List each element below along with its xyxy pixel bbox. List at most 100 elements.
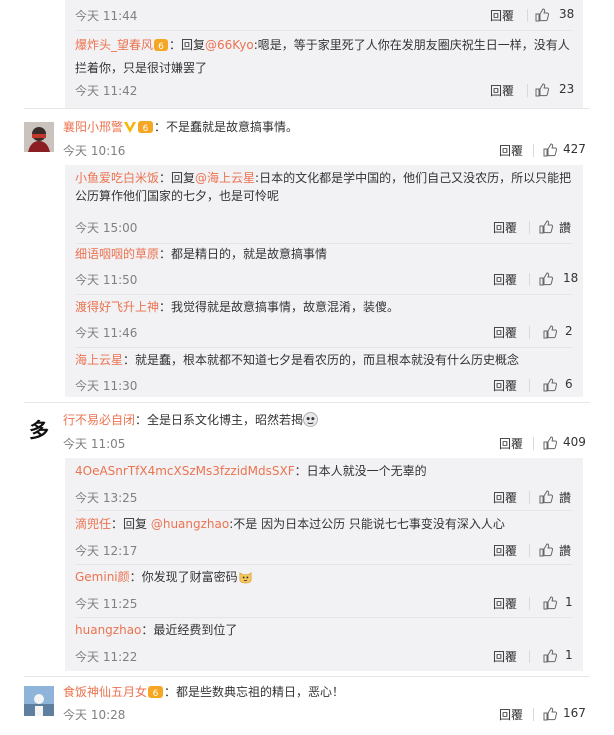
reply-button[interactable]: 回覆 bbox=[499, 142, 523, 159]
reply-item: 小鱼爱吃白米饭：回复@海上云星:日本的文化都是学中国的，他们自己又没农历，所以只… bbox=[75, 169, 573, 239]
reply-text: 4OeASnrTfX4mcXSzMs3fzzidMdsSXF：日本人就没一个无辜… bbox=[75, 462, 573, 480]
reply-username[interactable]: huangzhao bbox=[75, 623, 141, 637]
reply-button[interactable]: 回覆 bbox=[493, 324, 517, 341]
reply-meta: 今天 15:00 回覆 讚 bbox=[75, 219, 573, 237]
mention-link[interactable]: @66Kyo bbox=[205, 38, 254, 52]
divider bbox=[529, 379, 530, 392]
comment-feed: 今天 11:44 回覆 38 爆炸头_望春风 6 ：回复@66Kyo:嗯是，等于家里… bbox=[0, 0, 614, 735]
thumbs-up-icon[interactable] bbox=[543, 707, 557, 721]
comment-content: ：不是蠢就是故意搞事情。 bbox=[154, 120, 299, 134]
svg-text:多: 多 bbox=[29, 418, 49, 442]
reply-username[interactable]: 4OeASnrTfX4mcXSzMs3fzzidMdsSXF bbox=[75, 464, 295, 478]
timestamp: 今天 11:44 bbox=[75, 9, 138, 23]
reply-meta: 今天 12:17 回覆 讚 bbox=[75, 542, 573, 560]
mention-link[interactable]: @huangzhao bbox=[151, 517, 229, 531]
thumbs-up-icon[interactable] bbox=[543, 143, 557, 157]
reply-username[interactable]: 滴兜任 bbox=[75, 517, 111, 531]
reply-username[interactable]: 海上云星 bbox=[75, 353, 123, 367]
reply-item: huangzhao：最近经费到位了 今天 11:22 回覆 1 bbox=[75, 621, 573, 667]
reply-prefix: ：回复 bbox=[169, 38, 206, 52]
reply-username[interactable]: 细语咽咽的草原 bbox=[75, 247, 159, 261]
comment-body: 行不易必自闭：全是日系文化博主，昭然若揭 bbox=[63, 411, 593, 429]
reply-prefix: ：回复 bbox=[159, 171, 196, 185]
reply-item: 海上云星：就是蠢，根本就都不知道七夕是看农历的，而且根本就没有什么历史概念 今天… bbox=[75, 351, 573, 397]
reply-text: 渡得好飞升上神：我觉得就是故意搞事情，故意混淆，装傻。 bbox=[75, 298, 573, 316]
timestamp: 今天 11:46 bbox=[75, 326, 138, 340]
money-cat-emoji-icon bbox=[239, 572, 252, 584]
thumbs-up-icon[interactable] bbox=[543, 596, 557, 610]
timestamp: 今天 12:17 bbox=[75, 544, 138, 558]
comment-meta: 今天 10:28 回覆 167 bbox=[63, 706, 586, 724]
reply-button[interactable]: 回覆 bbox=[493, 542, 517, 559]
reply-meta: 今天 11:44 回覆 38 bbox=[75, 7, 574, 25]
thumbs-up-icon[interactable] bbox=[543, 325, 557, 339]
svg-text:6: 6 bbox=[158, 42, 164, 52]
thumbs-up-icon[interactable] bbox=[539, 490, 553, 504]
comment-body: 襄阳小邢警 6 ：不是蠢就是故意搞事情。 bbox=[63, 118, 593, 136]
divider bbox=[75, 510, 573, 511]
reply-body: ：我觉得就是故意搞事情，故意混淆，装傻。 bbox=[159, 300, 400, 314]
like-count: 167 bbox=[563, 706, 586, 720]
reply-item: 细语咽咽的草原：都是精日的，就是故意搞事情 今天 11:50 回覆 18 bbox=[75, 245, 578, 291]
like-count: 讚 bbox=[559, 491, 572, 505]
thumbs-up-icon[interactable] bbox=[539, 272, 553, 286]
reply-body: ：就是蠢，根本就都不知道七夕是看农历的，而且根本就没有什么历史概念 bbox=[123, 353, 520, 367]
thumbs-up-icon[interactable] bbox=[543, 649, 557, 663]
comment-username[interactable]: 食饭神仙五月女 bbox=[63, 685, 147, 699]
verified-v-icon bbox=[124, 122, 137, 133]
timestamp: 今天 10:28 bbox=[63, 708, 126, 722]
reply-button[interactable]: 回覆 bbox=[490, 7, 514, 24]
divider bbox=[75, 30, 573, 31]
reply-username[interactable]: 小鱼爱吃白米饭 bbox=[75, 171, 159, 185]
thumbs-up-icon[interactable] bbox=[543, 436, 557, 450]
like-count: 1 bbox=[565, 648, 573, 662]
reply-username[interactable]: 渡得好飞升上神 bbox=[75, 300, 159, 314]
reply-button[interactable]: 回覆 bbox=[493, 648, 517, 665]
reply-button[interactable]: 回覆 bbox=[493, 219, 517, 236]
comment-item: 多 行不易必自闭：全是日系文化博主，昭然若揭 今天 11:05 回覆 409 4… bbox=[0, 407, 614, 677]
comment-username[interactable]: 襄阳小邢警 bbox=[63, 120, 123, 134]
reply-button[interactable]: 回覆 bbox=[493, 271, 517, 288]
avatar[interactable]: 多 bbox=[24, 415, 54, 445]
divider bbox=[529, 597, 530, 610]
mention-link[interactable]: @海上云星 bbox=[195, 171, 255, 185]
reply-meta: 今天 11:50 回覆 18 bbox=[75, 271, 578, 289]
reply-button[interactable]: 回覆 bbox=[490, 82, 514, 99]
reply-meta: 今天 11:22 回覆 1 bbox=[75, 648, 573, 666]
comment-content: ：都是些数典忘祖的精日，恶心！ bbox=[164, 685, 345, 699]
reply-button[interactable]: 回覆 bbox=[499, 435, 523, 452]
reply-body: ：最近经费到位了 bbox=[141, 623, 238, 637]
divider bbox=[75, 243, 573, 244]
reply-button[interactable]: 回覆 bbox=[493, 489, 517, 506]
divider bbox=[527, 84, 528, 97]
thumbs-up-icon[interactable] bbox=[535, 83, 549, 97]
divider bbox=[529, 221, 530, 234]
thumbs-up-icon[interactable] bbox=[539, 220, 553, 234]
comment-body: 食饭神仙五月女 6 ：都是些数典忘祖的精日，恶心！ bbox=[63, 683, 593, 701]
reply-text: 爆炸头_望春风 6 ：回复@66Kyo:嗯是，等于家里死了人你在发朋友圈庆祝生日一样… bbox=[75, 34, 573, 80]
svg-text:6: 6 bbox=[143, 124, 149, 134]
timestamp: 今天 11:25 bbox=[75, 597, 138, 611]
comment-text: 行不易必自闭：全是日系文化博主，昭然若揭 bbox=[63, 411, 593, 429]
like-count: 2 bbox=[565, 324, 573, 338]
reply-text: huangzhao：最近经费到位了 bbox=[75, 621, 573, 639]
timestamp: 今天 11:22 bbox=[75, 650, 138, 664]
comment-item: 襄阳小邢警 6 ：不是蠢就是故意搞事情。 今天 10:16 回覆 427 小鱼爱吃白… bbox=[0, 114, 614, 404]
divider bbox=[533, 708, 534, 721]
reply-box: 小鱼爱吃白米饭：回复@海上云星:日本的文化都是学中国的，他们自己又没农历，所以只… bbox=[65, 165, 583, 397]
reply-button[interactable]: 回覆 bbox=[499, 706, 523, 723]
reply-prefix: ：回复 bbox=[111, 517, 151, 531]
reply-username[interactable]: Gemini颜 bbox=[75, 570, 130, 584]
reply-button[interactable]: 回覆 bbox=[493, 595, 517, 612]
thumbs-up-icon[interactable] bbox=[543, 378, 557, 392]
avatar[interactable] bbox=[24, 122, 54, 152]
divider bbox=[529, 650, 530, 663]
comment-username[interactable]: 行不易必自闭 bbox=[63, 413, 135, 427]
reply-button[interactable]: 回覆 bbox=[493, 377, 517, 394]
thumbs-up-icon[interactable] bbox=[539, 543, 553, 557]
like-count: 23 bbox=[559, 82, 575, 96]
thumbs-up-icon[interactable] bbox=[535, 8, 549, 22]
timestamp: 今天 13:25 bbox=[75, 491, 138, 505]
avatar[interactable] bbox=[24, 686, 54, 716]
reply-username[interactable]: 爆炸头_望春风 bbox=[75, 38, 153, 52]
